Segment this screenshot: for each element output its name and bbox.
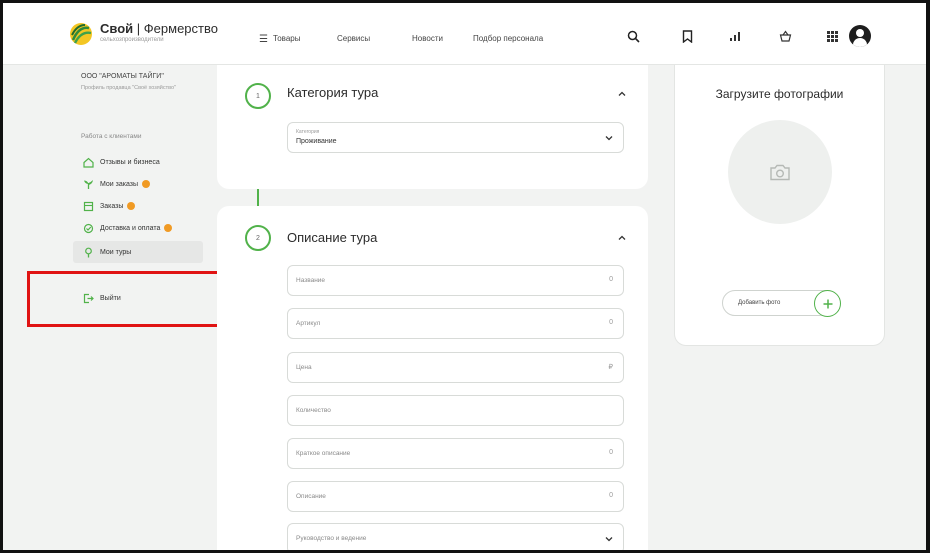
field-placeholder: Руководство и ведение <box>296 535 367 542</box>
grid-icon[interactable] <box>823 27 841 45</box>
nav-services[interactable]: Сервисы <box>337 34 370 43</box>
home-icon <box>83 157 94 168</box>
category-card: Категория тура Категория Проживание <box>217 65 648 189</box>
sidebar-item-label: Мои туры <box>100 248 132 256</box>
char-counter: 0 <box>609 449 613 456</box>
company-name: ООО "АРОМАТЫ ТАЙГИ" <box>81 73 164 80</box>
sidebar-item-my-orders[interactable]: Мои заказы <box>73 173 203 195</box>
menu-icon: ☰ <box>259 34 268 45</box>
chevron-up-icon[interactable] <box>617 233 627 243</box>
basket-icon[interactable] <box>776 27 794 45</box>
article-field[interactable]: Артикул 0 <box>287 308 624 339</box>
logo-icon[interactable] <box>69 22 93 46</box>
category-select-value: Проживание <box>296 138 337 145</box>
notification-badge <box>127 202 136 210</box>
sidebar-item-label: Отзывы и бизнеса <box>100 158 160 166</box>
sidebar-item-my-tours[interactable]: Мои туры <box>73 241 203 263</box>
chart-icon[interactable] <box>726 27 744 45</box>
field-placeholder: Цена <box>296 364 312 371</box>
add-photo-label: Добавить фото <box>738 300 781 306</box>
description-card: Описание тура Название 0 Артикул 0 Цена … <box>217 206 648 550</box>
step-2-marker: 2 <box>245 225 271 251</box>
nav-goods-label: Товары <box>272 34 301 43</box>
photo-card-title: Загрузите фотографии <box>715 87 844 101</box>
currency-suffix: ₽ <box>608 364 613 371</box>
top-header: Свой | Фермерство сельхозпроизводители ☰… <box>3 3 926 65</box>
tour-icon <box>83 247 94 258</box>
nav-news[interactable]: Новости <box>412 34 443 43</box>
camera-icon <box>770 164 790 180</box>
highlight-box <box>27 271 221 327</box>
chevron-down-icon <box>605 537 613 542</box>
field-placeholder: Описание <box>296 493 326 500</box>
nav-goods[interactable]: ☰ Товары <box>259 34 301 45</box>
bookmark-icon[interactable] <box>678 27 696 45</box>
sidebar-item-label: Заказы <box>100 202 124 210</box>
delivery-icon <box>83 223 94 234</box>
sidebar-item-label: Доставка и оплата <box>100 224 161 232</box>
brand-name-tail: Фермерство <box>143 21 218 36</box>
sprout-icon <box>83 179 94 190</box>
avatar-body <box>853 38 867 47</box>
char-counter: 0 <box>609 319 613 326</box>
company-description: Профиль продавца "Своё хозяйство" <box>81 85 177 91</box>
name-field[interactable]: Название 0 <box>287 265 624 296</box>
photo-placeholder[interactable] <box>728 120 832 224</box>
nav-staff[interactable]: Подбор персонала <box>473 34 543 43</box>
category-select-label: Категория <box>296 129 320 135</box>
photo-upload-card: Загрузите фотографии Добавить фото <box>674 65 885 346</box>
short-description-field[interactable]: Краткое описание 0 <box>287 438 624 469</box>
notification-badge <box>164 224 173 232</box>
char-counter: 0 <box>609 276 613 283</box>
sidebar-item-delivery[interactable]: Доставка и оплата <box>73 217 203 239</box>
brand-name-bold: Свой <box>100 21 134 36</box>
brand-name[interactable]: Свой | Фермерство <box>100 21 218 36</box>
char-counter: 0 <box>609 492 613 499</box>
price-field[interactable]: Цена ₽ <box>287 352 624 383</box>
plus-icon <box>814 290 841 317</box>
chevron-up-icon[interactable] <box>617 89 627 99</box>
add-photo-button[interactable]: Добавить фото <box>722 290 841 317</box>
search-icon[interactable] <box>624 27 642 45</box>
notification-badge <box>142 180 151 188</box>
description-field[interactable]: Описание 0 <box>287 481 624 512</box>
field-placeholder: Название <box>296 277 326 284</box>
sidebar-item-label: Мои заказы <box>100 180 139 188</box>
field-placeholder: Краткое описание <box>296 450 351 457</box>
box-icon <box>83 201 94 212</box>
description-title: Описание тура <box>287 230 378 245</box>
category-select[interactable]: Категория Проживание <box>287 122 624 153</box>
brand-subtitle: сельхозпроизводители <box>100 37 164 43</box>
field-placeholder: Артикул <box>296 320 321 327</box>
guide-select[interactable]: Руководство и ведение <box>287 523 624 550</box>
sidebar-item-orders[interactable]: Заказы <box>73 195 203 217</box>
quantity-field[interactable]: Количество <box>287 395 624 426</box>
avatar-head <box>856 29 864 37</box>
sidebar-section-title: Работа с клиентами <box>81 133 142 140</box>
sidebar-item-reviews[interactable]: Отзывы и бизнеса <box>73 151 203 173</box>
field-placeholder: Количество <box>296 407 331 414</box>
avatar-icon[interactable] <box>849 25 871 47</box>
app-window: Свой | Фермерство сельхозпроизводители ☰… <box>0 0 930 553</box>
step-1-marker: 1 <box>245 83 271 109</box>
brand-divider: | <box>136 21 141 36</box>
chevron-down-icon <box>605 136 613 141</box>
category-title: Категория тура <box>287 85 379 100</box>
